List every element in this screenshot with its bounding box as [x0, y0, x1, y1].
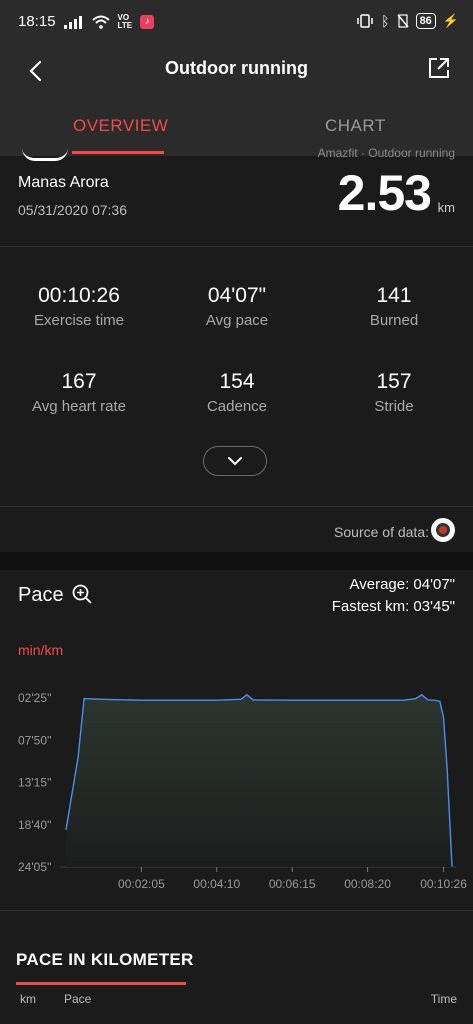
distance-value: 2.53 — [337, 165, 432, 221]
pace-area — [66, 694, 452, 867]
pace-average: Average: 04'07" — [349, 576, 456, 593]
stat-stride: 157 Stride — [374, 370, 414, 415]
music-app-icon: ♪ — [140, 14, 155, 29]
section-underline — [16, 982, 186, 985]
avatar — [22, 148, 68, 161]
pace-title: Pace — [18, 584, 64, 606]
distance-unit: km — [437, 200, 455, 215]
tab-overview[interactable]: OVERVIEW — [73, 116, 168, 136]
divider — [0, 246, 473, 247]
workout-date: 05/31/2020 07:36 — [18, 202, 127, 218]
device-sport-label: Amazfit · Outdoor running — [317, 146, 455, 160]
vibrate-icon — [357, 14, 373, 28]
x-tick-label: 00:06:15 — [269, 877, 316, 891]
divider — [0, 506, 473, 507]
no-sim-icon — [396, 14, 409, 28]
signal-icon — [63, 15, 82, 29]
stat-avg-heart-rate: 167 Avg heart rate — [32, 370, 126, 415]
column-header-km: km — [20, 992, 36, 1006]
workout-summary-card: Amazfit · Outdoor running Manas Arora 05… — [0, 146, 473, 552]
charging-icon: ⚡ — [442, 13, 459, 28]
y-tick-label: 02'25'' — [18, 691, 52, 705]
y-tick-label: 13'15'' — [18, 776, 52, 790]
column-header-time: Time — [430, 992, 457, 1006]
x-tick-label: 00:08:20 — [344, 877, 391, 891]
user-name: Manas Arora — [18, 174, 109, 191]
pace-fastest-km: Fastest km: 03'45" — [331, 598, 455, 615]
column-header-pace: Pace — [64, 992, 92, 1006]
pace-chart[interactable]: 02'25'' 07'50'' 13'15'' 18'40'' 24'05'' 00:0… — [0, 670, 473, 900]
stat-exercise-time: 00:10:26 Exercise time — [33, 284, 125, 329]
y-tick-label: 07'50'' — [18, 733, 52, 747]
chevron-down-icon — [227, 456, 242, 465]
stat-cadence: 154 Cadence — [206, 370, 268, 415]
wifi-icon — [91, 15, 110, 29]
divider — [0, 910, 473, 911]
watch-device-icon[interactable] — [431, 518, 455, 542]
active-tab-indicator — [72, 151, 164, 154]
zoom-in-icon[interactable] — [71, 583, 93, 605]
volte-badge: VO LTE — [117, 12, 133, 30]
status-time: 18:15 — [18, 13, 56, 30]
y-tick-label: 18'40'' — [18, 818, 52, 832]
y-tick-label: 24'05'' — [18, 860, 52, 874]
x-tick-label: 00:10:26 — [420, 877, 467, 891]
pace-unit-label: min/km — [18, 642, 64, 658]
bluetooth-icon: ᛒ — [381, 13, 390, 29]
expand-stats-button[interactable] — [203, 446, 267, 476]
stat-avg-pace: 04'07" Avg pace — [205, 284, 269, 329]
status-bar: 18:15 VO LTE ♪ ᛒ 86 ⚡ — [0, 0, 473, 44]
page-title: Outdoor running — [165, 58, 308, 78]
battery-indicator: 86 — [415, 13, 436, 29]
top-app-bar: Outdoor running OVERVIEW CHART — [0, 44, 473, 156]
stat-burned: 141 Burned — [369, 284, 419, 329]
x-tick-label: 00:04:10 — [193, 877, 240, 891]
pace-per-km-title: PACE IN KILOMETER — [16, 950, 194, 969]
share-icon[interactable] — [425, 54, 453, 82]
source-of-data-label: Source of data: — [334, 524, 429, 540]
x-tick-label: 00:02:05 — [118, 877, 165, 891]
tab-chart[interactable]: CHART — [325, 116, 386, 136]
pace-card: Pace Average: 04'07" Fastest km: 03'45" … — [0, 570, 473, 1024]
